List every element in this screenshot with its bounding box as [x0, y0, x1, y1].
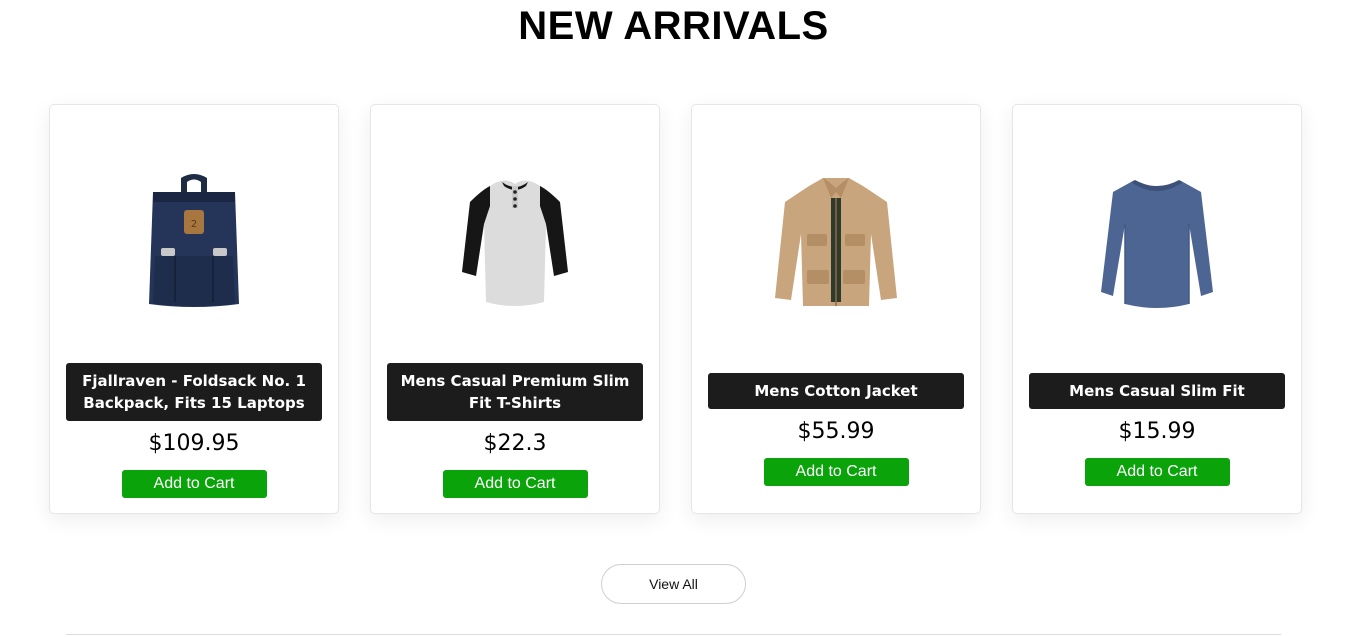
product-card[interactable]: 2 Fjallraven - Foldsack No. 1 Backpack, … [49, 104, 339, 514]
product-card-body: Mens Casual Slim Fit $15.99 Add to Cart [1029, 372, 1285, 486]
product-card-body: Fjallraven - Foldsack No. 1 Backpack, Fi… [66, 362, 322, 498]
section-title: NEW ARRIVALS [518, 4, 829, 48]
page: NEW ARRIVALS 2 Fjallraven - Foldsack No.… [0, 0, 1347, 637]
product-image-tshirt[interactable] [425, 157, 605, 327]
product-title[interactable]: Mens Cotton Jacket [708, 372, 964, 409]
product-price: $15.99 [1118, 418, 1196, 444]
section-divider [66, 634, 1281, 635]
tshirt-icon [462, 179, 568, 306]
product-card[interactable]: Mens Casual Slim Fit $15.99 Add to Cart [1012, 104, 1302, 514]
product-price: $22.3 [483, 430, 547, 456]
product-card[interactable]: Mens Cotton Jacket $55.99 Add to Cart [691, 104, 981, 514]
svg-text:2: 2 [191, 219, 197, 230]
product-image-backpack[interactable]: 2 [104, 157, 284, 327]
product-price: $55.99 [797, 418, 875, 444]
product-title[interactable]: Mens Casual Slim Fit [1029, 372, 1285, 409]
product-grid: 2 Fjallraven - Foldsack No. 1 Backpack, … [49, 104, 1302, 514]
add-to-cart-button[interactable]: Add to Cart [442, 469, 588, 498]
product-image-jacket[interactable] [746, 159, 926, 329]
add-to-cart-button[interactable]: Add to Cart [1084, 457, 1230, 486]
product-card-body: Mens Casual Premium Slim Fit T-Shirts $2… [387, 362, 643, 498]
longsleeve-icon [1101, 179, 1213, 308]
product-card[interactable]: Mens Casual Premium Slim Fit T-Shirts $2… [370, 104, 660, 514]
jacket-icon [775, 177, 897, 306]
product-title[interactable]: Mens Casual Premium Slim Fit T-Shirts [387, 362, 643, 421]
product-card-body: Mens Cotton Jacket $55.99 Add to Cart [708, 372, 964, 486]
product-image-longsleeve[interactable] [1067, 159, 1247, 329]
backpack-icon: 2 [149, 173, 239, 307]
view-all-button[interactable]: View All [601, 564, 746, 604]
add-to-cart-button[interactable]: Add to Cart [121, 469, 267, 498]
product-price: $109.95 [148, 430, 240, 456]
add-to-cart-button[interactable]: Add to Cart [763, 457, 909, 486]
product-title[interactable]: Fjallraven - Foldsack No. 1 Backpack, Fi… [66, 362, 322, 421]
